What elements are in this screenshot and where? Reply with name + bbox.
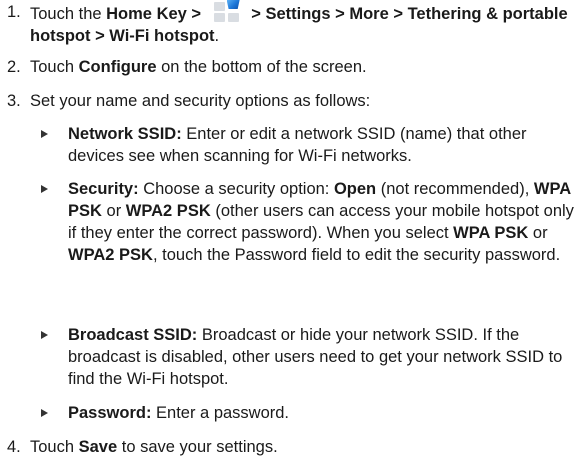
option-security: Security: Choose a security option: Open… xyxy=(0,178,575,266)
step-1: 1. Touch the Home Key > > Settings > Mor… xyxy=(0,0,575,47)
option-broadcast-ssid: Broadcast SSID: Broadcast or hide your n… xyxy=(0,324,575,390)
step-number: 1. xyxy=(7,3,21,21)
step-4: 4. Touch Save to save your settings. xyxy=(0,436,575,458)
instructions-document: 1. Touch the Home Key > > Settings > Mor… xyxy=(0,0,582,465)
option-password: Password: Enter a password. xyxy=(0,402,575,424)
bullet-triangle-icon xyxy=(41,331,48,339)
step-text: Touch Save to save your settings. xyxy=(30,438,278,456)
apps-home-icon xyxy=(212,0,242,22)
bullet-triangle-icon xyxy=(41,130,48,138)
step-2: 2. Touch Configure on the bottom of the … xyxy=(0,56,575,78)
step-number: 4. xyxy=(7,438,21,456)
step-number: 2. xyxy=(7,58,21,76)
step-text: Set your name and security options as fo… xyxy=(30,92,371,110)
bullet-triangle-icon xyxy=(41,185,48,193)
bullet-triangle-icon xyxy=(41,409,48,417)
step-text: Touch the Home Key > > Settings > More >… xyxy=(30,0,575,47)
step-number: 3. xyxy=(7,92,21,110)
step-text: Touch Configure on the bottom of the scr… xyxy=(30,58,367,76)
option-network-ssid: Network SSID: Enter or edit a network SS… xyxy=(0,123,575,167)
step-3: 3. Set your name and security options as… xyxy=(0,90,575,112)
